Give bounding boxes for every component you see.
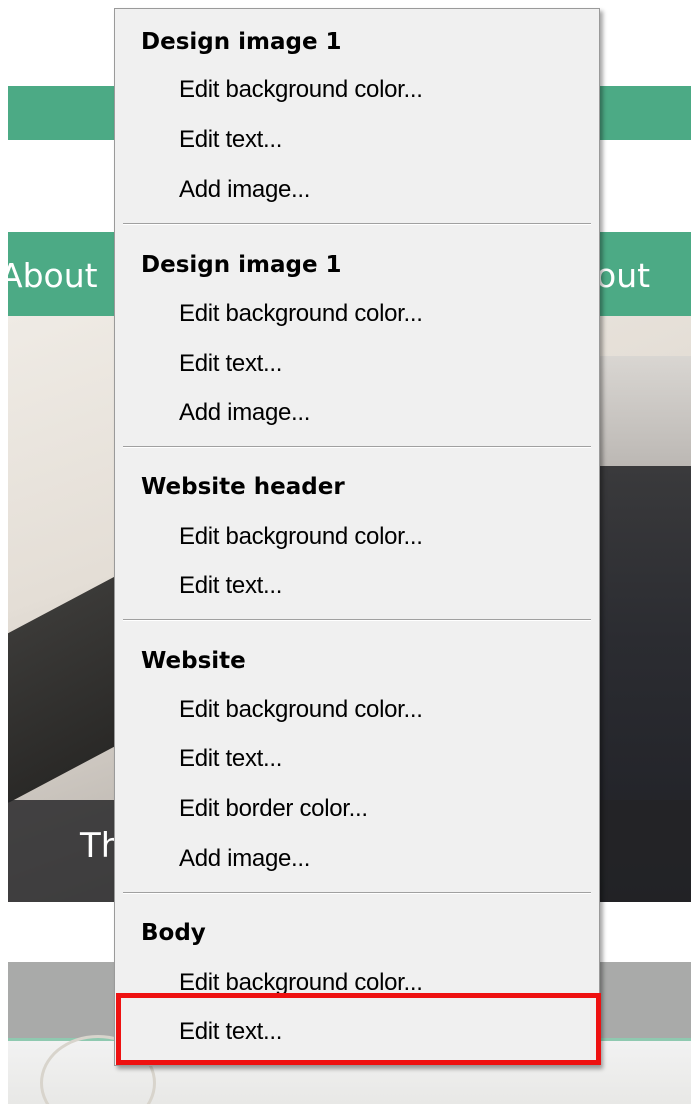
menu-header-website: Website <box>141 648 246 674</box>
menu-item-edit-text[interactable]: Edit text... <box>179 120 282 160</box>
menu-item-body-edit-text[interactable]: Edit text... <box>179 1012 282 1052</box>
menu-item-add-image[interactable]: Add image... <box>179 170 310 210</box>
menu-item-edit-border-color[interactable]: Edit border color... <box>179 789 368 829</box>
menu-item-edit-background-color[interactable]: Edit background color... <box>179 963 423 1003</box>
menu-header-website-header: Website header <box>141 474 345 500</box>
menu-item-add-image[interactable]: Add image... <box>179 839 310 879</box>
menu-item-edit-text[interactable]: Edit text... <box>179 344 282 384</box>
menu-item-edit-background-color[interactable]: Edit background color... <box>179 70 423 110</box>
menu-separator <box>123 892 591 894</box>
menu-item-add-image[interactable]: Add image... <box>179 393 310 433</box>
nav-link-about-partial[interactable]: out <box>596 256 650 296</box>
context-menu: Design image 1 Edit background color... … <box>114 8 600 1066</box>
menu-item-edit-text[interactable]: Edit text... <box>179 739 282 779</box>
menu-header-design-image-1-second: Design image 1 <box>141 252 342 278</box>
menu-separator <box>123 223 591 225</box>
screenshot-root: About out Th Design image 1 Edit backgro… <box>0 0 691 1104</box>
menu-item-edit-text[interactable]: Edit text... <box>179 566 282 606</box>
menu-item-edit-background-color[interactable]: Edit background color... <box>179 690 423 730</box>
menu-item-edit-background-color[interactable]: Edit background color... <box>179 517 423 557</box>
menu-item-edit-background-color[interactable]: Edit background color... <box>179 294 423 334</box>
menu-header-design-image-1: Design image 1 <box>141 29 342 55</box>
menu-separator <box>123 619 591 621</box>
nav-link-about[interactable]: About <box>0 256 112 296</box>
menu-separator <box>123 446 591 448</box>
hero-image-highlight <box>600 356 691 466</box>
menu-header-body: Body <box>141 920 206 946</box>
